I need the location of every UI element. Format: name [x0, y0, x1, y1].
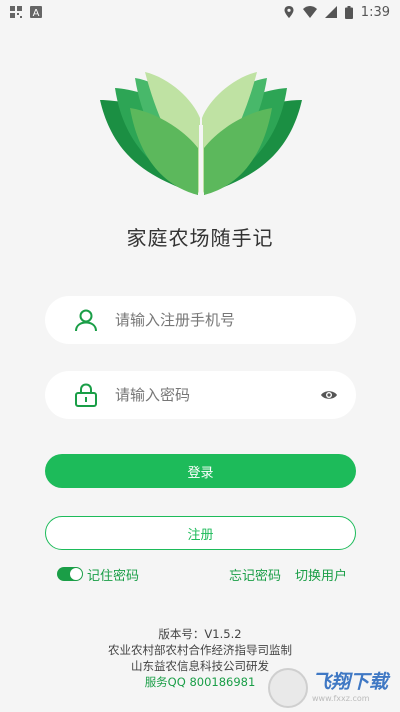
- status-right: 1:39: [283, 5, 390, 20]
- forgot-password-link[interactable]: 忘记密码: [229, 565, 281, 584]
- svg-text:A: A: [33, 8, 40, 18]
- watermark-title: 飞翔下载: [312, 671, 389, 693]
- status-bar: A 1:39: [0, 0, 400, 24]
- status-left: A: [10, 6, 42, 18]
- app-title: 家庭农场随手记: [126, 226, 274, 250]
- app-logo: [100, 72, 302, 197]
- register-button[interactable]: 注册: [45, 516, 356, 550]
- password-input-row[interactable]: [45, 371, 356, 419]
- eye-icon[interactable]: [320, 386, 338, 404]
- qr-notification-icon: [10, 6, 22, 18]
- wifi-icon: [302, 6, 317, 18]
- signal-icon: [324, 6, 337, 18]
- lock-icon: [75, 383, 97, 407]
- a-notification-icon: A: [30, 6, 42, 18]
- version-text: 版本号：V1.5.2: [158, 627, 242, 641]
- user-icon: [75, 309, 97, 332]
- remember-password-label[interactable]: 记住密码: [87, 565, 139, 584]
- phone-input-row[interactable]: [45, 296, 356, 344]
- watermark: 飞翔下载 www.fxxz.com: [268, 668, 396, 708]
- phone-input[interactable]: [115, 311, 338, 329]
- status-time: 1:39: [360, 4, 390, 20]
- supervisor-text: 农业农村部农村合作经济指导司监制: [108, 643, 292, 657]
- switch-user-link[interactable]: 切换用户: [295, 565, 347, 584]
- location-icon: [284, 6, 294, 18]
- options-row: 记住密码 忘记密码 切换用户: [57, 565, 347, 584]
- watermark-site: www.fxxz.com: [312, 694, 370, 703]
- password-input[interactable]: [115, 386, 320, 404]
- remember-password-toggle[interactable]: [57, 567, 83, 581]
- watermark-logo-icon: [268, 668, 308, 708]
- login-button[interactable]: 登录: [45, 454, 356, 488]
- battery-icon: [344, 5, 353, 19]
